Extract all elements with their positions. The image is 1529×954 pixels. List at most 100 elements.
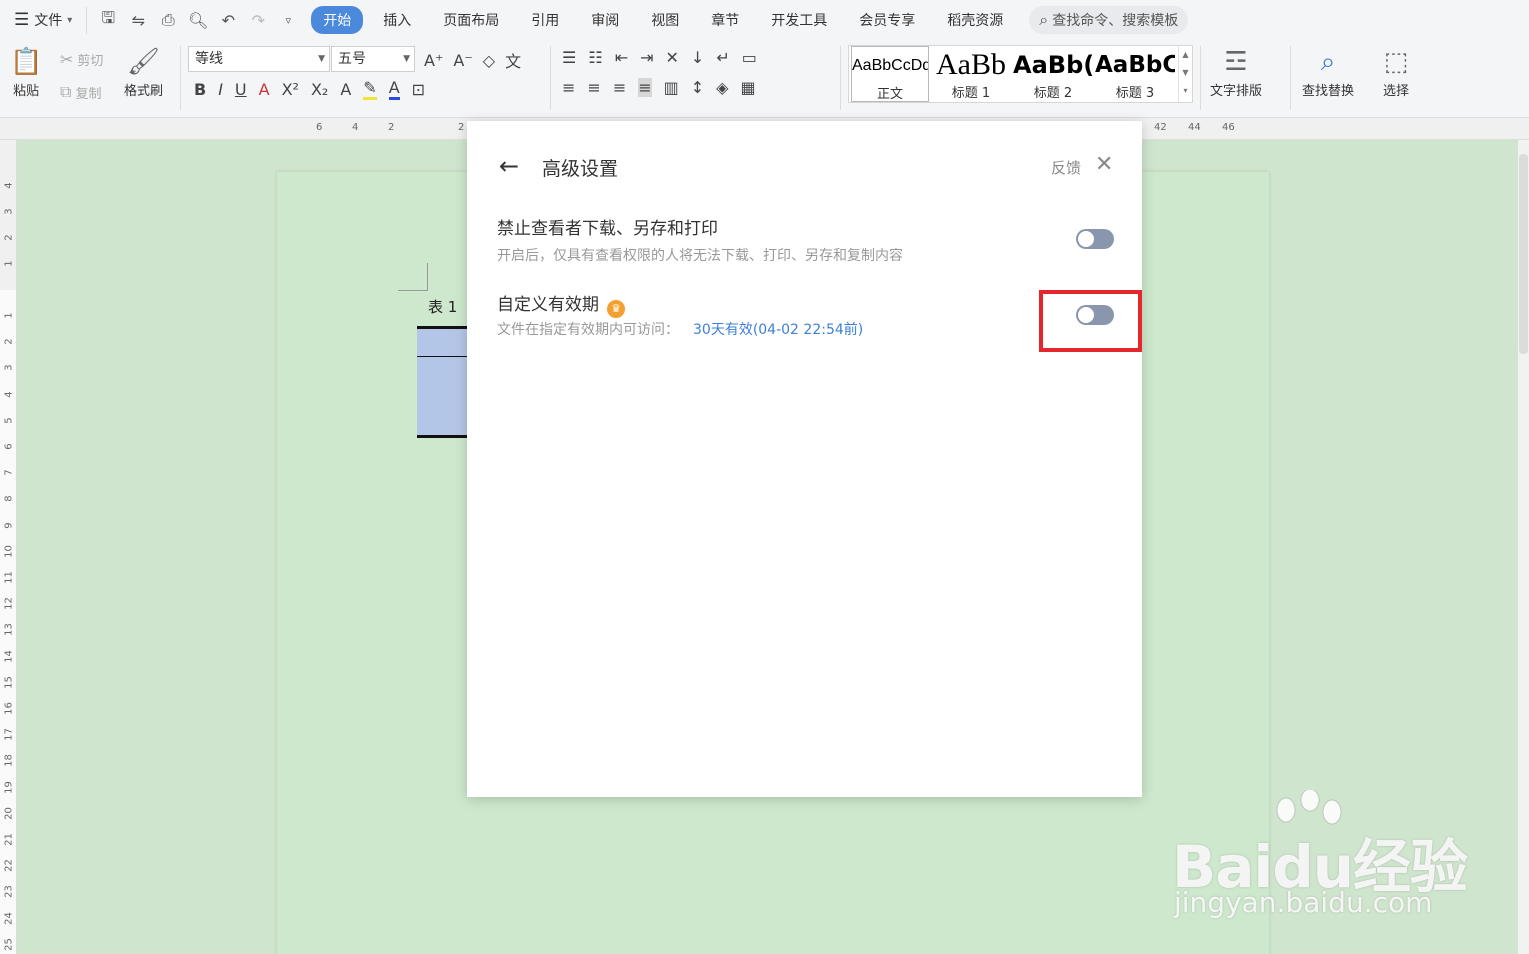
customize-icon[interactable]: ▿ [277, 14, 299, 27]
styles-scroll[interactable]: ▲ ▼ ▾ [1178, 46, 1192, 102]
underline-icon[interactable]: U [235, 80, 247, 99]
align-left-icon[interactable]: ≡ [562, 78, 575, 97]
decrease-indent-icon[interactable]: ⇤ [615, 48, 628, 67]
highlight-icon[interactable]: ✎ [363, 78, 377, 100]
clear-format-icon[interactable]: ◇ [483, 51, 495, 70]
font-style-row: B I U A X² X₂ A ✎ A ⊡ [194, 78, 425, 100]
justify-icon[interactable]: ≡ [638, 78, 652, 97]
print-icon[interactable]: ⎙ [157, 10, 179, 30]
style-normal[interactable]: AaBbCcDd 正文 [851, 46, 929, 102]
font-name-select[interactable]: 等线 ▼ [188, 46, 330, 72]
find-replace-button[interactable]: ⌕ 查找替换 [1302, 44, 1354, 99]
ruler-tick: 46 [1222, 122, 1235, 133]
sort-icon[interactable]: ↓ [691, 48, 704, 67]
shading-icon[interactable]: ◈ [716, 78, 728, 97]
table-tools-icon[interactable]: ▭ [742, 48, 757, 67]
chevron-down-icon: ▼ [318, 54, 325, 64]
ruler-tick: 5 [3, 417, 15, 424]
line-spacing-icon[interactable]: ↕ [691, 78, 704, 97]
search-icon: ⌕ [1039, 10, 1049, 29]
no-download-toggle[interactable] [1076, 229, 1114, 249]
file-menu[interactable]: ☰ 文件 ▾ [14, 10, 72, 30]
print-preview-icon[interactable]: 🔍︎ [187, 11, 209, 30]
select-button[interactable]: ⬚ 选择 [1383, 44, 1409, 99]
ruler-tick: 14 [3, 649, 15, 663]
tab-chapter[interactable]: 章节 [699, 6, 751, 34]
bold-icon[interactable]: B [194, 80, 206, 99]
chinese-layout-icon[interactable]: ✕ [666, 48, 679, 67]
paste-button[interactable]: 📋 粘贴 [10, 44, 42, 99]
vip-crown-icon: ♛ [607, 300, 625, 318]
tab-docer[interactable]: 稻壳资源 [935, 6, 1015, 34]
superscript-icon[interactable]: X² [282, 80, 299, 99]
ruler-tick: 4 [3, 182, 15, 189]
style-heading-2-sample: AaBb( [1013, 51, 1093, 79]
ruler-tick: 8 [3, 495, 15, 503]
font-size-select[interactable]: 五号 ▼ [331, 46, 415, 72]
text-layout-icon: ☲ [1224, 47, 1248, 77]
numbered-list-icon[interactable]: ☷ [588, 48, 602, 67]
align-center-icon[interactable]: ≡ [587, 78, 600, 97]
format-painter-button[interactable]: 🖌 格式刷 [124, 44, 163, 99]
distribute-icon[interactable]: ▥ [664, 78, 679, 97]
subscript-icon[interactable]: X₂ [311, 80, 328, 99]
copy-button[interactable]: ⧉ 复制 [60, 82, 101, 102]
ruler-tick: 3 [3, 364, 15, 372]
increase-indent-icon[interactable]: ⇥ [640, 48, 653, 67]
shrink-font-icon[interactable]: A⁻ [453, 51, 472, 70]
styles-gallery: AaBbCcDd 正文 AaBb 标题 1 AaBb( 标题 2 AaBbC 标… [848, 45, 1193, 103]
text-layout-button[interactable]: ☲ 文字排版 [1210, 44, 1262, 99]
share-icon[interactable]: ⇋ [127, 11, 149, 30]
ruler-tick: 2 [388, 122, 395, 133]
back-arrow-icon[interactable]: ← [499, 151, 519, 181]
ruler-tick: 42 [1154, 122, 1167, 133]
feedback-link[interactable]: 反馈 [1051, 157, 1081, 178]
text-effect-icon[interactable]: A [340, 80, 351, 99]
phonetic-icon[interactable]: 文 [505, 48, 521, 72]
command-search[interactable]: ⌕ 查找命令、搜索模板 [1029, 6, 1189, 34]
show-marks-icon[interactable]: ↵ [716, 48, 729, 67]
ruler-tick: 11 [3, 571, 15, 584]
tab-insert[interactable]: 插入 [371, 6, 423, 34]
option-no-download-desc: 开启后，仅具有查看权限的人将无法下载、打印、另存和复制内容 [497, 248, 903, 264]
save-icon[interactable]: 🖫 [97, 7, 119, 34]
option-expiry-desc: 文件在指定有效期内可访问： [497, 322, 679, 338]
tab-member[interactable]: 会员专享 [847, 6, 927, 34]
search-icon: ⌕ [1320, 47, 1336, 77]
style-heading-1[interactable]: AaBb 标题 1 [931, 46, 1011, 102]
select-label: 选择 [1383, 84, 1410, 99]
scrollbar-thumb[interactable] [1519, 154, 1528, 354]
vertical-scrollbar[interactable] [1518, 140, 1529, 954]
tab-view[interactable]: 视图 [639, 6, 691, 34]
format-painter-label: 格式刷 [124, 84, 164, 99]
search-placeholder: 查找命令、搜索模板 [1052, 13, 1179, 29]
vertical-ruler[interactable]: 4 3 2 1 1 2 3 4 5 6 7 8 9 10 11 12 13 14 15 16 17 18 19 20 21 22 2… [0, 140, 17, 954]
menu-bar: ☰ 文件 ▾ 🖫 ⇋ ⎙ 🔍︎ ↶ ↷ ▿ 开始 插入 页面布局 引用 审阅 视… [0, 0, 1529, 40]
char-border-icon[interactable]: ⊡ [412, 80, 425, 99]
redo-icon[interactable]: ↷ [247, 11, 269, 30]
advanced-settings-dialog: ← 高级设置 反馈 ✕ 禁止查看者下载、另存和打印 开启后，仅具有查看权限的人将… [467, 121, 1142, 797]
strikethrough-icon[interactable]: A [259, 80, 270, 99]
tab-page-layout[interactable]: 页面布局 [431, 6, 511, 34]
grow-font-icon[interactable]: A⁺ [424, 51, 443, 70]
annotation-highlight-box [1039, 290, 1142, 352]
copy-label: 复制 [75, 86, 102, 102]
close-icon[interactable]: ✕ [1095, 151, 1113, 179]
tab-developer[interactable]: 开发工具 [759, 6, 839, 34]
paste-label: 粘贴 [13, 84, 40, 99]
expiry-period-link[interactable]: 30天有效(04-02 22:54前) [693, 322, 863, 338]
style-heading-2[interactable]: AaBb( 标题 2 [1013, 46, 1093, 102]
align-right-icon[interactable]: ≡ [613, 78, 626, 97]
cut-button[interactable]: ✂ 剪切 [60, 50, 103, 69]
tab-home[interactable]: 开始 [311, 6, 364, 34]
style-normal-label: 正文 [876, 87, 903, 102]
style-heading-3[interactable]: AaBbC 标题 3 [1095, 46, 1175, 102]
font-color-icon[interactable]: A [388, 78, 400, 100]
divider [180, 46, 181, 110]
italic-icon[interactable]: I [218, 80, 223, 99]
tab-references[interactable]: 引用 [519, 6, 571, 34]
borders-icon[interactable]: ▦ [740, 78, 755, 97]
undo-icon[interactable]: ↶ [217, 11, 239, 30]
tab-review[interactable]: 审阅 [579, 6, 631, 34]
bullet-list-icon[interactable]: ☰ [562, 48, 576, 67]
